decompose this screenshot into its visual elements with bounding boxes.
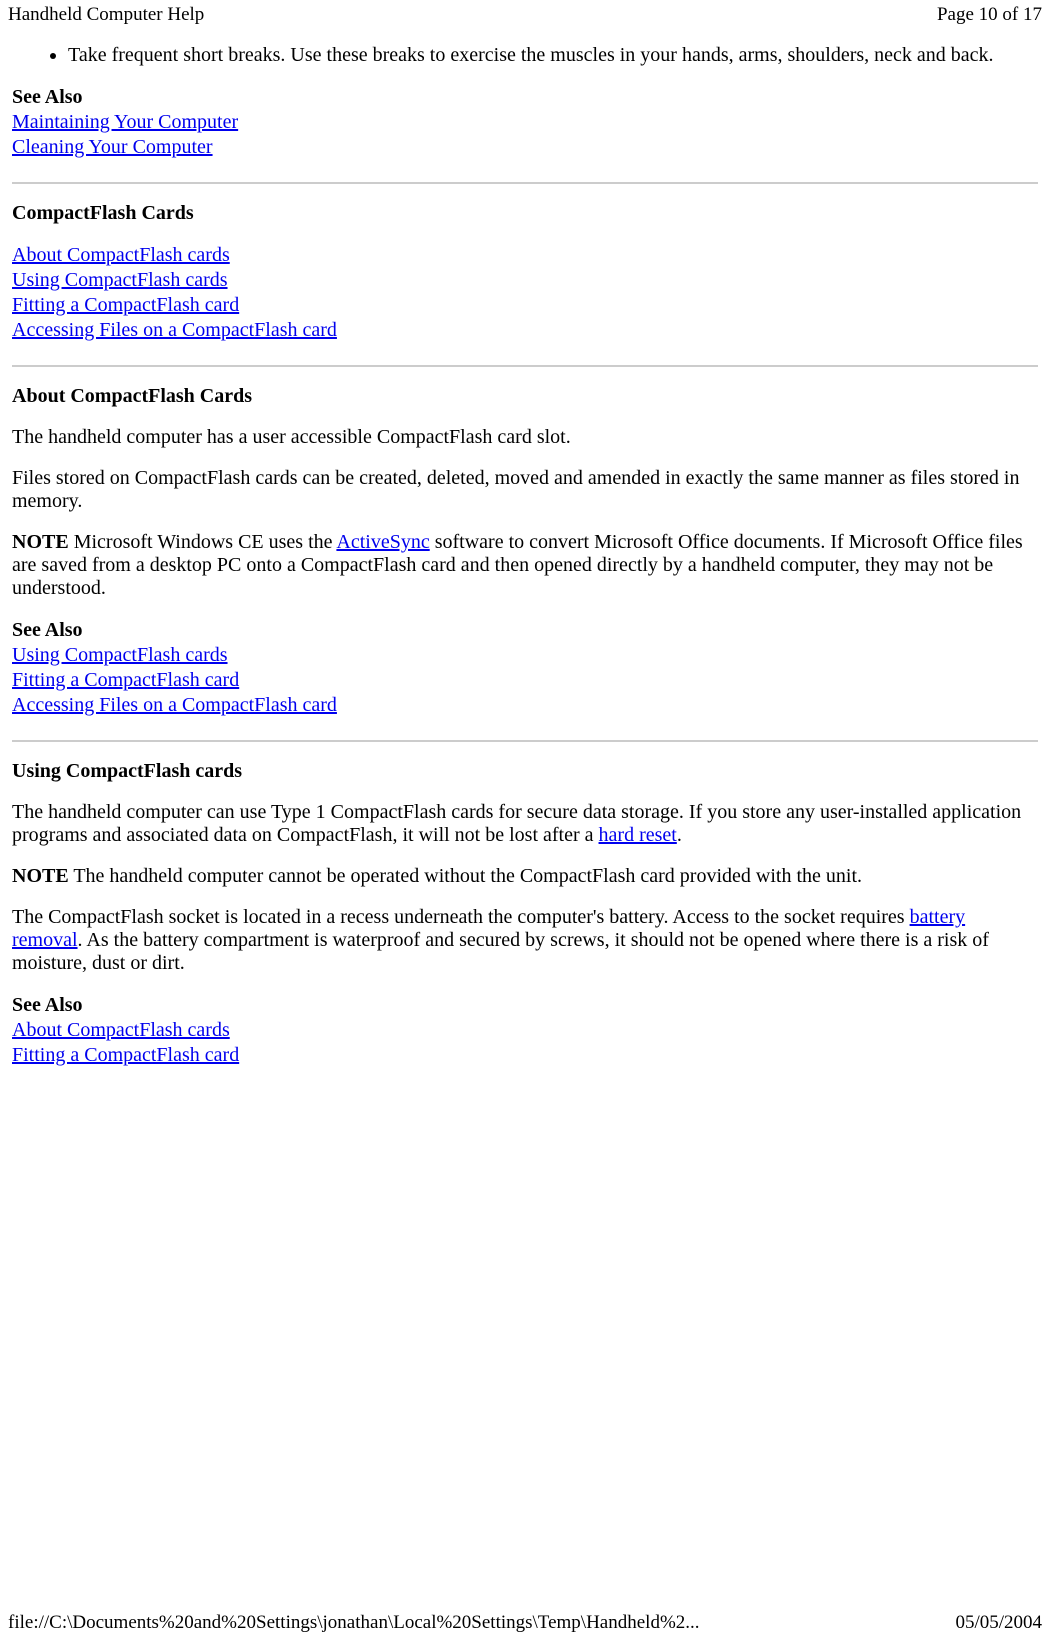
divider bbox=[12, 182, 1038, 184]
link-accessing-cf[interactable]: Accessing Files on a CompactFlash card bbox=[12, 319, 337, 341]
link-hard-reset[interactable]: hard reset bbox=[599, 824, 677, 846]
note-text-pre: Microsoft Windows CE uses the bbox=[69, 531, 337, 553]
link-fitting-cf[interactable]: Fitting a CompactFlash card bbox=[12, 294, 239, 316]
text-post: . As the battery compartment is waterpro… bbox=[12, 929, 989, 974]
link-about-cf[interactable]: About CompactFlash cards bbox=[12, 1019, 230, 1041]
link-fitting-cf[interactable]: Fitting a CompactFlash card bbox=[12, 669, 239, 691]
see-also-heading: See Also bbox=[12, 994, 83, 1016]
link-accessing-cf[interactable]: Accessing Files on a CompactFlash card bbox=[12, 694, 337, 716]
note-label: NOTE bbox=[12, 865, 69, 887]
link-activesync[interactable]: ActiveSync bbox=[336, 531, 429, 553]
body-text: The handheld computer has a user accessi… bbox=[12, 426, 1038, 449]
link-using-cf[interactable]: Using CompactFlash cards bbox=[12, 644, 228, 666]
see-also-heading: See Also bbox=[12, 619, 83, 641]
body-text: The CompactFlash socket is located in a … bbox=[12, 906, 1038, 975]
divider bbox=[12, 740, 1038, 742]
doc-title: Handheld Computer Help bbox=[8, 4, 204, 26]
link-about-cf[interactable]: About CompactFlash cards bbox=[12, 244, 230, 266]
see-also-heading: See Also bbox=[12, 86, 83, 108]
link-maintaining-computer[interactable]: Maintaining Your Computer bbox=[12, 111, 238, 133]
link-cleaning-computer[interactable]: Cleaning Your Computer bbox=[12, 136, 213, 158]
divider bbox=[12, 365, 1038, 367]
page-number: Page 10 of 17 bbox=[937, 4, 1042, 26]
text-pre: The handheld computer can use Type 1 Com… bbox=[12, 801, 1021, 846]
link-using-cf[interactable]: Using CompactFlash cards bbox=[12, 269, 228, 291]
text-pre: The CompactFlash socket is located in a … bbox=[12, 906, 910, 928]
tips-list: Take frequent short breaks. Use these br… bbox=[12, 44, 1038, 67]
body-text: The handheld computer can use Type 1 Com… bbox=[12, 801, 1038, 847]
compactflash-cards-heading: CompactFlash Cards bbox=[12, 202, 1038, 225]
text-post: . bbox=[677, 824, 682, 846]
footer-path: file://C:\Documents%20and%20Settings\jon… bbox=[8, 1612, 700, 1634]
about-cf-heading: About CompactFlash Cards bbox=[12, 385, 1038, 408]
footer-date: 05/05/2004 bbox=[955, 1612, 1042, 1634]
note-text: The handheld computer cannot be operated… bbox=[69, 865, 862, 887]
note-paragraph: NOTE Microsoft Windows CE uses the Activ… bbox=[12, 531, 1038, 600]
list-item: Take frequent short breaks. Use these br… bbox=[68, 44, 1038, 67]
body-text: Files stored on CompactFlash cards can b… bbox=[12, 467, 1038, 513]
note-label: NOTE bbox=[12, 531, 69, 553]
link-fitting-cf[interactable]: Fitting a CompactFlash card bbox=[12, 1044, 239, 1066]
note-paragraph: NOTE The handheld computer cannot be ope… bbox=[12, 865, 1038, 888]
using-cf-heading: Using CompactFlash cards bbox=[12, 760, 1038, 783]
